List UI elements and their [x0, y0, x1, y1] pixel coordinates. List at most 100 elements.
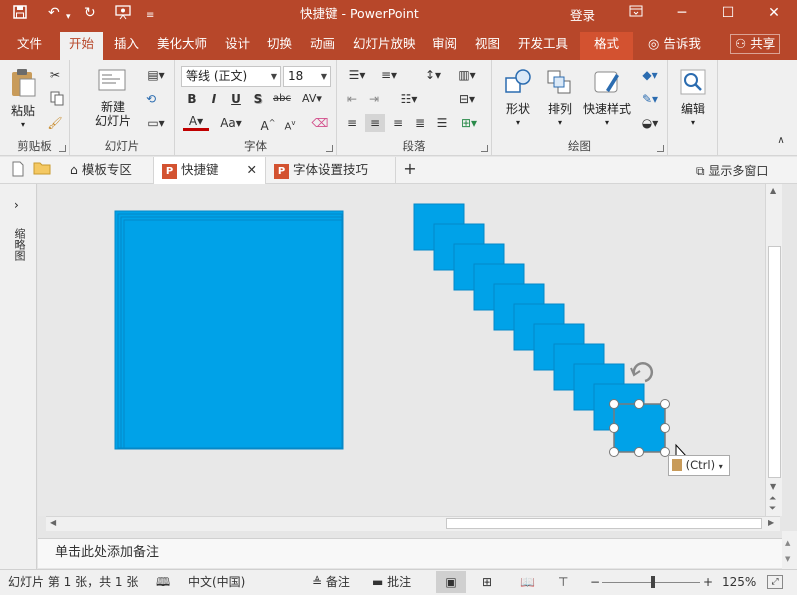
show-multi-window-button[interactable]: ⧉ 显示多窗口	[696, 162, 768, 179]
shrink-font-icon[interactable]: Av	[281, 114, 299, 136]
slideshow-view-icon[interactable]: ⊤	[558, 575, 568, 590]
tab-slideshow[interactable]: 幻灯片放映	[353, 36, 416, 52]
copy-icon[interactable]	[46, 90, 68, 111]
text-shadow-button[interactable]: S	[249, 90, 267, 108]
grow-font-icon[interactable]: A^	[259, 114, 277, 135]
close-window-icon[interactable]: ✕	[760, 3, 788, 23]
editing-dropdown-icon[interactable]: ▾	[674, 116, 712, 130]
new-document-icon[interactable]	[8, 161, 28, 182]
bold-button[interactable]: B	[183, 90, 201, 108]
quick-styles-button[interactable]: 快速样式 ▾	[580, 68, 634, 130]
notes-scroll-down-icon[interactable]: ▼	[785, 555, 790, 563]
vertical-scrollbar[interactable]: ▲ ▼ ⏶ ⏷	[765, 184, 782, 516]
layout-icon[interactable]: ▤▾	[142, 66, 170, 84]
tab-review[interactable]: 审阅	[432, 36, 457, 52]
zoom-level[interactable]: 125%	[722, 575, 756, 590]
close-tab-icon[interactable]: ✕	[247, 157, 257, 183]
zoom-slider-thumb[interactable]	[651, 576, 655, 588]
align-text-icon[interactable]: ⊟▾	[453, 90, 481, 108]
tab-format[interactable]: 格式	[580, 32, 634, 60]
align-center-icon[interactable]: ≡	[365, 114, 385, 132]
comments-toggle-button[interactable]: ▬ 批注	[372, 575, 411, 590]
text-direction-icon[interactable]: ☷▾	[395, 90, 423, 108]
scroll-left-icon[interactable]: ◀	[50, 518, 56, 527]
notes-scrollbar[interactable]: ▲ ▼	[782, 531, 797, 569]
paste-dropdown-icon[interactable]: ▾	[6, 118, 40, 132]
slide-canvas[interactable]	[38, 184, 765, 516]
thumbnail-pane[interactable]: › 缩略图	[0, 184, 37, 569]
bullets-icon[interactable]: ☰▾	[343, 66, 371, 84]
quick-styles-dropdown-icon[interactable]: ▾	[580, 116, 634, 130]
paste-options-button[interactable]: (Ctrl) ▾	[668, 455, 730, 476]
strikethrough-button[interactable]: abc	[271, 90, 293, 108]
decrease-indent-icon[interactable]: ⇤	[343, 90, 361, 108]
fit-to-window-icon[interactable]: ⤢	[767, 575, 783, 589]
doc-tab-shortcuts[interactable]: P 快捷键 ✕	[154, 157, 266, 184]
font-expand-icon[interactable]	[326, 145, 333, 152]
login-link[interactable]: 登录	[570, 5, 595, 24]
duplicated-squares-shape[interactable]	[413, 203, 645, 431]
format-painter-icon[interactable]: 🖌	[46, 114, 64, 132]
collapse-ribbon-icon[interactable]: ∧	[772, 132, 790, 150]
shape-outline-icon[interactable]: ✎▾	[636, 90, 664, 108]
notes-toggle-button[interactable]: ≜ 备注	[312, 575, 350, 590]
share-button[interactable]: ⚇ 共享	[730, 34, 781, 54]
tab-view[interactable]: 视图	[475, 36, 500, 52]
large-square-shape[interactable]	[114, 210, 344, 450]
previous-slide-icon[interactable]: ⏶	[769, 494, 776, 504]
scroll-right-icon[interactable]: ▶	[768, 518, 774, 527]
paste-button[interactable]: 粘贴 ▾	[6, 68, 40, 132]
font-size-combo[interactable]: 18 ▼	[283, 66, 331, 87]
char-spacing-button[interactable]: AV▾	[297, 90, 327, 108]
ribbon-display-options-icon[interactable]	[622, 3, 650, 23]
tab-developer[interactable]: 开发工具	[518, 36, 568, 52]
selected-square-shape[interactable]	[609, 399, 670, 457]
cut-icon[interactable]: ✂	[46, 66, 64, 84]
underline-button[interactable]: U	[227, 90, 245, 108]
paragraph-expand-icon[interactable]	[481, 145, 488, 152]
add-tab-icon[interactable]: +	[400, 160, 420, 178]
zoom-out-icon[interactable]: −	[590, 575, 600, 590]
normal-view-icon[interactable]: ▣	[436, 571, 466, 593]
save-icon[interactable]	[12, 4, 28, 25]
shape-fill-icon[interactable]: ◆▾	[636, 66, 664, 84]
new-slide-button[interactable]: 新建 幻灯片	[88, 68, 138, 128]
notes-pane[interactable]: 单击此处添加备注	[38, 538, 782, 568]
increase-indent-icon[interactable]: ⇥	[365, 90, 383, 108]
expand-pane-icon[interactable]: ›	[14, 198, 19, 212]
smartart-icon[interactable]: ⊞▾	[455, 114, 483, 132]
shape-effects-icon[interactable]: ◒▾	[636, 114, 664, 132]
font-color-button[interactable]: A▾	[183, 114, 209, 131]
rotate-handle-icon[interactable]	[630, 362, 654, 383]
font-name-dropdown-icon[interactable]: ▼	[271, 67, 277, 86]
vertical-scroll-thumb[interactable]	[768, 246, 781, 478]
maximize-icon[interactable]: ☐	[714, 3, 742, 23]
shapes-button[interactable]: 形状 ▾	[498, 68, 538, 130]
horizontal-scroll-thumb[interactable]	[446, 518, 762, 529]
language-indicator[interactable]: 中文(中国)	[188, 575, 245, 590]
tell-me-box[interactable]: ◎ 告诉我	[648, 36, 701, 53]
tab-animations[interactable]: 动画	[310, 36, 335, 52]
arrange-dropdown-icon[interactable]: ▾	[540, 116, 580, 130]
italic-button[interactable]: I	[205, 90, 223, 108]
scroll-up-icon[interactable]: ▲	[770, 186, 776, 195]
shapes-dropdown-icon[interactable]: ▾	[498, 116, 538, 130]
next-slide-icon[interactable]: ⏷	[769, 504, 776, 514]
open-folder-icon[interactable]	[32, 161, 52, 180]
clipboard-expand-icon[interactable]	[59, 145, 66, 152]
customize-toolbar-icon[interactable]: ≡	[146, 7, 154, 25]
doc-tab-templates[interactable]: ⌂ 模板专区	[62, 157, 154, 184]
tab-file[interactable]: 文件	[17, 36, 42, 52]
distributed-icon[interactable]: ☰	[433, 114, 451, 132]
reset-slide-icon[interactable]: ⟲	[142, 90, 160, 108]
redo-icon[interactable]: ↻	[84, 4, 96, 22]
reading-view-icon[interactable]: 📖	[520, 575, 535, 590]
align-right-icon[interactable]: ≡	[389, 114, 407, 132]
zoom-in-icon[interactable]: +	[703, 575, 713, 590]
arrange-button[interactable]: 排列 ▾	[540, 68, 580, 130]
tab-home[interactable]: 开始	[60, 32, 104, 60]
font-name-combo[interactable]: 等线 (正文) ▼	[181, 66, 281, 87]
drawing-expand-icon[interactable]	[657, 145, 664, 152]
tab-transitions[interactable]: 切换	[267, 36, 292, 52]
doc-tab-font-tips[interactable]: P 字体设置技巧	[266, 157, 396, 184]
